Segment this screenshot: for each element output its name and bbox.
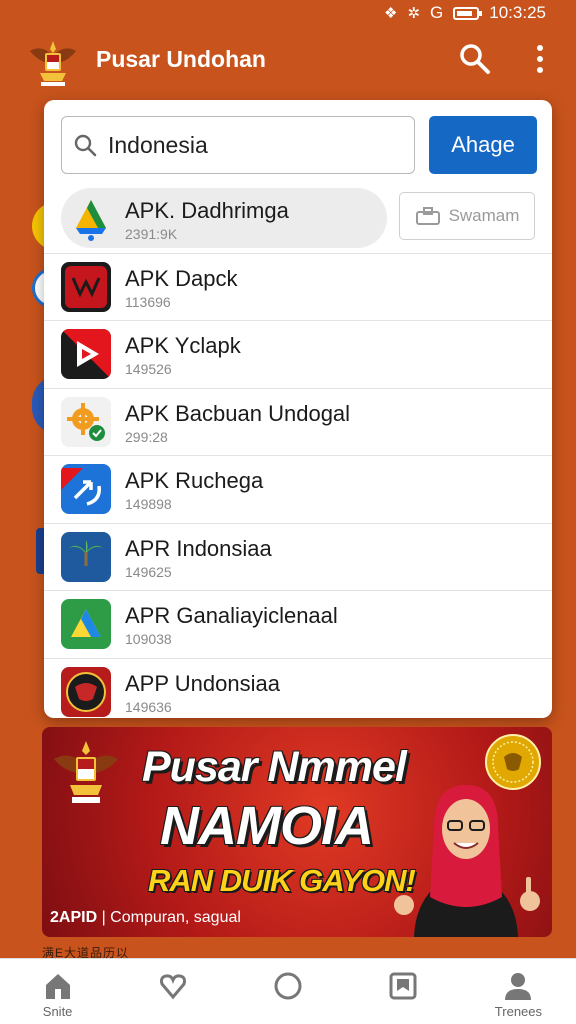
play-app-icon	[61, 329, 111, 379]
app-size: 149636	[125, 698, 172, 715]
emblem-app-icon	[61, 666, 111, 717]
promo-banner[interactable]: Pusar Nmmel NAMOIA RAN DUIK GAYON! 2APID…	[42, 727, 552, 937]
nav-item-center[interactable]	[230, 959, 345, 1024]
banner-tagline: RAN DUIK GAYON!	[148, 863, 416, 898]
banner-headline: Pusar Nmmel	[142, 743, 407, 791]
app-size: 2391:9K	[125, 226, 178, 242]
heart-icon	[159, 974, 186, 1000]
home-icon	[45, 974, 70, 999]
app-title: Pusar Undohan	[96, 45, 266, 72]
banner-footer: 2APID | Compuran, sagual	[50, 909, 241, 927]
video-app-icon	[61, 261, 111, 312]
app-size: 109038	[125, 631, 172, 647]
notification-icon: ❖	[384, 5, 398, 22]
banner-footer-text: | Compuran, sagual	[101, 909, 241, 926]
more-options-icon[interactable]	[530, 42, 550, 76]
presenter-illustration	[394, 785, 540, 937]
status-bar: ❖ ✲ G 10:3:25	[0, 0, 576, 26]
list-item[interactable]: APP Undonsiaa 149636	[44, 659, 552, 719]
app-name: APK Bacbuan Undogal	[125, 400, 351, 426]
app-size: 149898	[125, 496, 172, 512]
bookmark-icon	[389, 972, 417, 1000]
results-list: APK. Dadhrimga 2391:9K Swamam APK Dapck …	[44, 186, 552, 718]
garuda-emblem-icon	[30, 41, 76, 86]
banner-headline-large: NAMOIA	[160, 796, 374, 856]
battery-icon	[453, 6, 483, 20]
search-icon	[62, 116, 108, 174]
list-item[interactable]: APK Bacbuan Undogal 299:28	[44, 389, 552, 456]
app-name: APR Ganaliayiclenaal	[125, 603, 338, 628]
nav-label: Trenees	[494, 1004, 543, 1019]
app-name: APK Dapck	[125, 265, 238, 291]
list-item[interactable]: APR Ganaliayiclenaal 109038	[44, 591, 552, 659]
bottom-navigation: Snite Trenees	[0, 958, 576, 1024]
row-action-label: Swamam	[448, 206, 520, 225]
app-size: 149526	[125, 361, 172, 377]
search-icon[interactable]	[458, 42, 492, 76]
vibrate-icon: ✲	[407, 5, 421, 22]
nav-item-home[interactable]: Snite	[0, 959, 115, 1024]
palm-tree-app-icon	[61, 531, 111, 582]
app-size: 149625	[125, 563, 172, 580]
row-action-button[interactable]: Swamam	[399, 192, 535, 240]
settings-gear-icon	[61, 396, 111, 447]
search-field[interactable]	[61, 116, 415, 174]
search-input[interactable]	[108, 131, 398, 159]
list-item[interactable]: APK Yclapk 149526	[44, 321, 552, 389]
network-indicator: G	[430, 3, 444, 22]
circle-icon	[274, 972, 302, 1000]
nav-item-profile[interactable]: Trenees	[461, 959, 576, 1024]
garuda-emblem-icon	[54, 741, 118, 803]
package-icon	[415, 207, 440, 225]
drive-app-icon	[76, 200, 106, 241]
app-size: 113696	[125, 293, 171, 310]
app-bar: Pusar Undohan	[0, 28, 576, 90]
list-item[interactable]: APK. Dadhrimga 2391:9K Swamam	[44, 186, 552, 254]
app-name: APP Undonsiaa	[125, 670, 280, 696]
app-name: APK Ruchega	[125, 468, 264, 493]
app-size: 299:28	[125, 428, 168, 445]
list-item[interactable]: APK Ruchega 149898	[44, 456, 552, 524]
clock: 10:3:25	[489, 3, 546, 22]
search-submit-button[interactable]: Ahage	[429, 116, 537, 174]
list-item[interactable]: APR Indonsiaa 149625	[44, 524, 552, 591]
nav-item-library[interactable]	[346, 959, 461, 1024]
list-item[interactable]: APK Dapck 113696	[44, 254, 552, 321]
app-name: APR Indonsiaa	[125, 535, 272, 561]
banner-footer-code: 2APID	[50, 909, 98, 926]
search-results-panel: Ahage APK. Dadhrimga 2391:9K Swamam	[44, 100, 552, 718]
search-row: Ahage	[61, 116, 537, 174]
app-name: APK Yclapk	[125, 333, 241, 358]
nav-item-favorites[interactable]	[115, 959, 230, 1024]
triangle-app-icon	[61, 599, 111, 649]
nav-label: Snite	[42, 1004, 73, 1019]
app-name: APK. Dadhrimga	[125, 198, 289, 223]
person-icon	[505, 973, 532, 1000]
share-app-icon	[61, 464, 111, 514]
